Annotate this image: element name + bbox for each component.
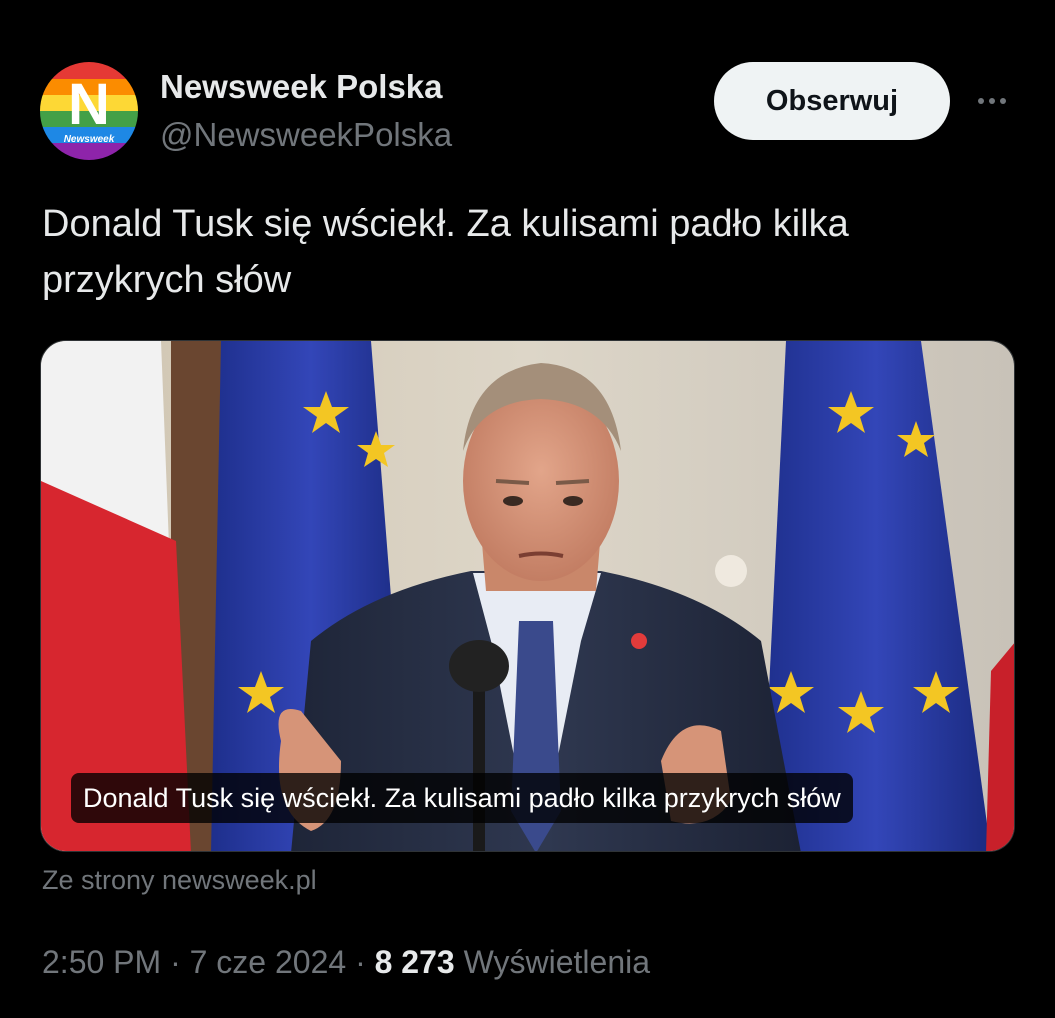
author-handle[interactable]: @NewsweekPolska [160,116,452,154]
post-date[interactable]: 7 cze 2024 [190,944,347,980]
link-card[interactable]: Donald Tusk się wściekł. Za kulisami pad… [40,340,1015,852]
avatar[interactable]: N Newsweek [40,62,138,160]
meta-separator: · [355,944,366,980]
meta-separator: · [170,944,181,980]
avatar-letter: N [68,72,110,137]
dot [978,98,984,104]
post-text: Donald Tusk się wściekł. Za kulisami pad… [42,203,849,301]
avatar-wordmark: Newsweek [64,134,115,145]
views-label: Wyświetlenia [463,944,651,980]
dot [989,98,995,104]
views-count: 8 273 [374,944,455,980]
post-meta: 2:50 PM · 7 cze 2024 · 8 273 Wyświetleni… [42,944,650,981]
link-source[interactable]: Ze strony newsweek.pl [42,865,317,896]
follow-button[interactable]: Obserwuj [714,62,950,140]
newsweek-rainbow-logo: N Newsweek [40,62,138,160]
author-name[interactable]: Newsweek Polska [160,68,443,106]
more-options-icon[interactable] [972,86,1012,116]
post: N Newsweek Newsweek Polska @NewsweekPols… [0,0,1055,1018]
post-time[interactable]: 2:50 PM [42,944,161,980]
link-card-caption: Donald Tusk się wściekł. Za kulisami pad… [71,773,853,823]
dot [1000,98,1006,104]
